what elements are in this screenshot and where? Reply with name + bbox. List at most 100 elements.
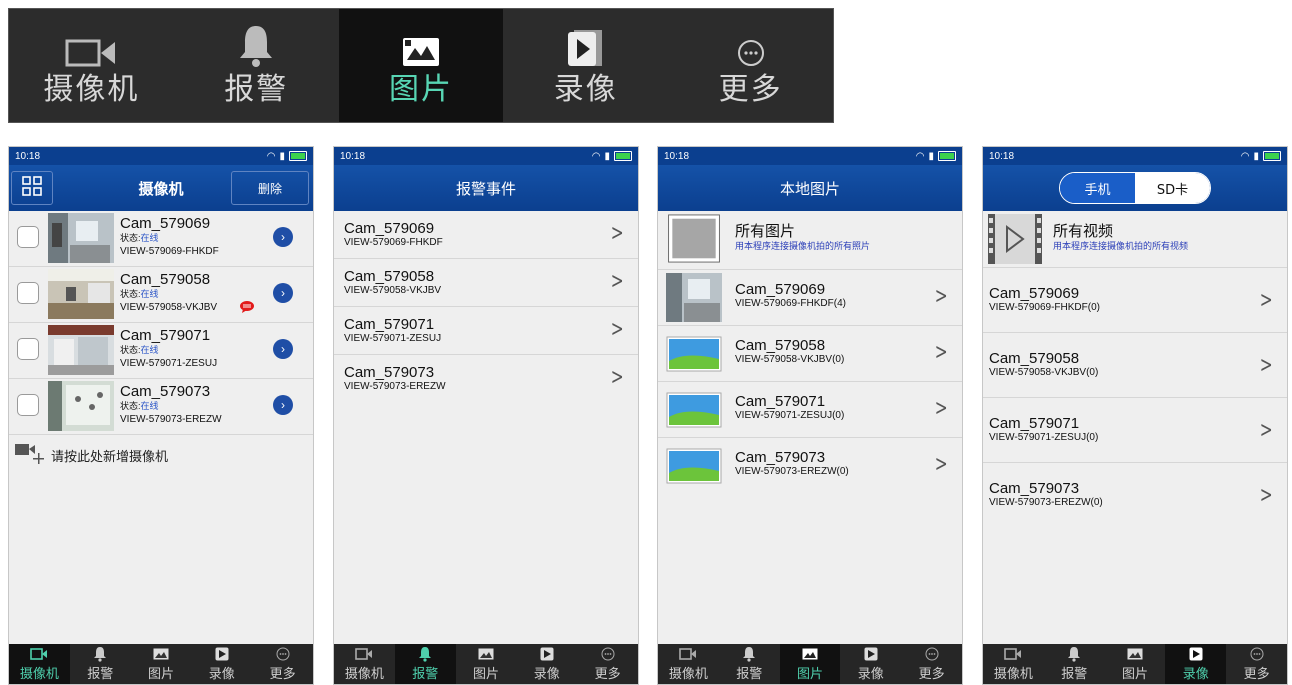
camera-id: VIEW-579071-ZESUJ(0) [989,432,1099,443]
tab-camera[interactable]: 摄像机 [658,644,719,684]
camera-name: Cam_579073 [735,449,826,466]
camera-checkbox[interactable] [17,338,39,360]
picture-folder-row[interactable]: Cam_579073 VIEW-579073-EREZW(0) > [658,438,962,493]
tab-recordings[interactable]: 录像 [840,644,901,684]
camera-name: Cam_579073 [344,364,435,381]
big-tab-camera[interactable]: 摄像机 [9,9,174,122]
tab-alarm[interactable]: 报警 [1044,644,1105,684]
camera-detail-button[interactable]: › [273,395,293,415]
tab-recordings[interactable]: 录像 [1165,644,1227,684]
tab-alarm[interactable]: 报警 [394,644,456,684]
camera-row[interactable]: Cam_579058 状态:在线 VIEW-579058-VKJBV › [9,267,313,323]
camera-name: Cam_579071 [735,393,826,410]
big-tab-alarm[interactable]: 报警 [174,9,339,122]
chevron-right-icon: › [281,286,285,300]
camera-row[interactable]: Cam_579073 状态:在线 VIEW-579073-EREZW › [9,379,313,435]
tab-camera[interactable]: 摄像机 [983,644,1044,684]
tab-label: 图片 [796,667,823,682]
status-prefix: 状态: [120,289,141,299]
tab-alarm[interactable]: 报警 [719,644,780,684]
wifi-icon: ◠ [1240,150,1250,162]
camera-id: VIEW-579073-EREZW(0) [989,497,1103,508]
status-prefix: 状态: [120,345,141,355]
camera-id: VIEW-579058-VKJBV(0) [989,367,1099,378]
alarm-event-row[interactable]: Cam_579073 VIEW-579073-EREZW > [334,355,638,402]
tab-more[interactable]: 更多 [252,644,313,684]
tab-recordings[interactable]: 录像 [516,644,577,684]
status-prefix: 状态: [120,233,141,243]
video-folder-row[interactable]: Cam_579069 VIEW-579069-FHKDF(0) > [983,268,1287,333]
camera-checkbox[interactable] [17,394,39,416]
video-folder-row[interactable]: Cam_579071 VIEW-579071-ZESUJ(0) > [983,398,1287,463]
tab-alarm[interactable]: 报警 [70,644,131,684]
camera-row[interactable]: Cam_579069 状态:在线 VIEW-579069-FHKDF › [9,211,313,267]
camera-row[interactable]: Cam_579071 状态:在线 VIEW-579071-ZESUJ › [9,323,313,379]
bell-icon [236,24,276,68]
tab-more[interactable]: 更多 [901,644,962,684]
tab-camera[interactable]: 摄像机 [334,644,395,684]
tab-pictures[interactable]: 图片 [131,644,192,684]
all-videos-subtitle: 用本程序连接摄像机拍的所有视频 [1053,241,1189,251]
camera-name: Cam_579071 [344,316,435,333]
phone-pictures-screen: 10:18 ◠ ▮ 本地图片 所有图片 用本程序连接摄像机拍的所有照片 Cam_5… [657,146,963,685]
tab-more[interactable]: 更多 [1226,644,1287,684]
chevron-right-icon: > [1259,418,1273,443]
video-camera-icon [1004,645,1022,663]
tab-label: 录像 [857,667,884,682]
tab-pictures[interactable]: 图片 [779,644,841,684]
big-tab-recordings[interactable]: 录像 [503,9,668,122]
camera-status: 状态:在线 [120,400,222,413]
big-tab-more[interactable]: 更多 [668,9,833,122]
alarm-event-row[interactable]: Cam_579069 VIEW-579069-FHKDF > [334,211,638,259]
camera-name: Cam_579071 [120,327,211,344]
camera-name: Cam_579069 [344,220,435,237]
add-camera-row[interactable]: 请按此处新增摄像机 [9,435,313,475]
status-online: 在线 [140,289,159,299]
video-folder-row[interactable]: Cam_579058 VIEW-579058-VKJBV(0) > [983,333,1287,398]
grid-icon [22,176,42,200]
camera-id: VIEW-579069-FHKDF [344,237,443,248]
landscape-placeholder-icon [666,392,722,428]
camera-detail-button[interactable]: › [273,227,293,247]
video-camera-icon [65,24,117,68]
camera-detail-button[interactable]: › [273,283,293,303]
title-bar: 报警事件 [334,165,638,211]
picture-folder-row[interactable]: Cam_579058 VIEW-579058-VKJBV(0) > [658,326,962,382]
bell-icon [418,645,432,663]
page-title: 本地图片 [779,179,840,198]
alert-message-icon[interactable] [240,300,254,318]
storage-segmented-control: 手机 SD卡 [1059,172,1211,204]
segment-phone[interactable]: 手机 [1060,173,1135,203]
tab-recordings[interactable]: 录像 [191,644,252,684]
play-video-icon [566,24,606,68]
tab-camera[interactable]: 摄像机 [9,644,70,684]
all-videos-row[interactable]: 所有视频 用本程序连接摄像机拍的所有视频 [983,211,1287,268]
alarm-event-row[interactable]: Cam_579071 VIEW-579071-ZESUJ > [334,307,638,355]
more-icon [925,645,939,663]
camera-checkbox[interactable] [17,226,39,248]
segment-sd-card[interactable]: SD卡 [1135,173,1210,203]
video-folder-row[interactable]: Cam_579073 VIEW-579073-EREZW(0) > [983,463,1287,527]
picture-folder-row[interactable]: Cam_579071 VIEW-579071-ZESUJ(0) > [658,382,962,438]
title-bar: 摄像机 删除 [9,165,313,211]
big-tab-label: 更多 [718,71,783,107]
picture-folder-row[interactable]: Cam_579069 VIEW-579069-FHKDF(4) > [658,270,962,326]
camera-checkbox[interactable] [17,282,39,304]
camera-id: VIEW-579071-ZESUJ(0) [735,410,845,421]
grid-view-button[interactable] [11,171,53,205]
camera-detail-button[interactable]: › [273,339,293,359]
tab-more[interactable]: 更多 [577,644,638,684]
wifi-icon: ◠ [591,150,601,162]
tab-pictures[interactable]: 图片 [456,644,517,684]
delete-button[interactable]: 删除 [231,171,309,205]
signal-icon: ▮ [928,150,934,162]
tab-label: 摄像机 [993,667,1033,682]
all-pictures-row[interactable]: 所有图片 用本程序连接摄像机拍的所有照片 [658,211,962,270]
tab-pictures[interactable]: 图片 [1105,644,1166,684]
big-tab-pictures[interactable]: 图片 [338,9,504,122]
wifi-icon: ◠ [915,150,925,162]
status-online: 在线 [140,233,159,243]
big-tab-label: 摄像机 [43,71,140,107]
play-video-icon [1189,645,1203,663]
alarm-event-row[interactable]: Cam_579058 VIEW-579058-VKJBV > [334,259,638,307]
